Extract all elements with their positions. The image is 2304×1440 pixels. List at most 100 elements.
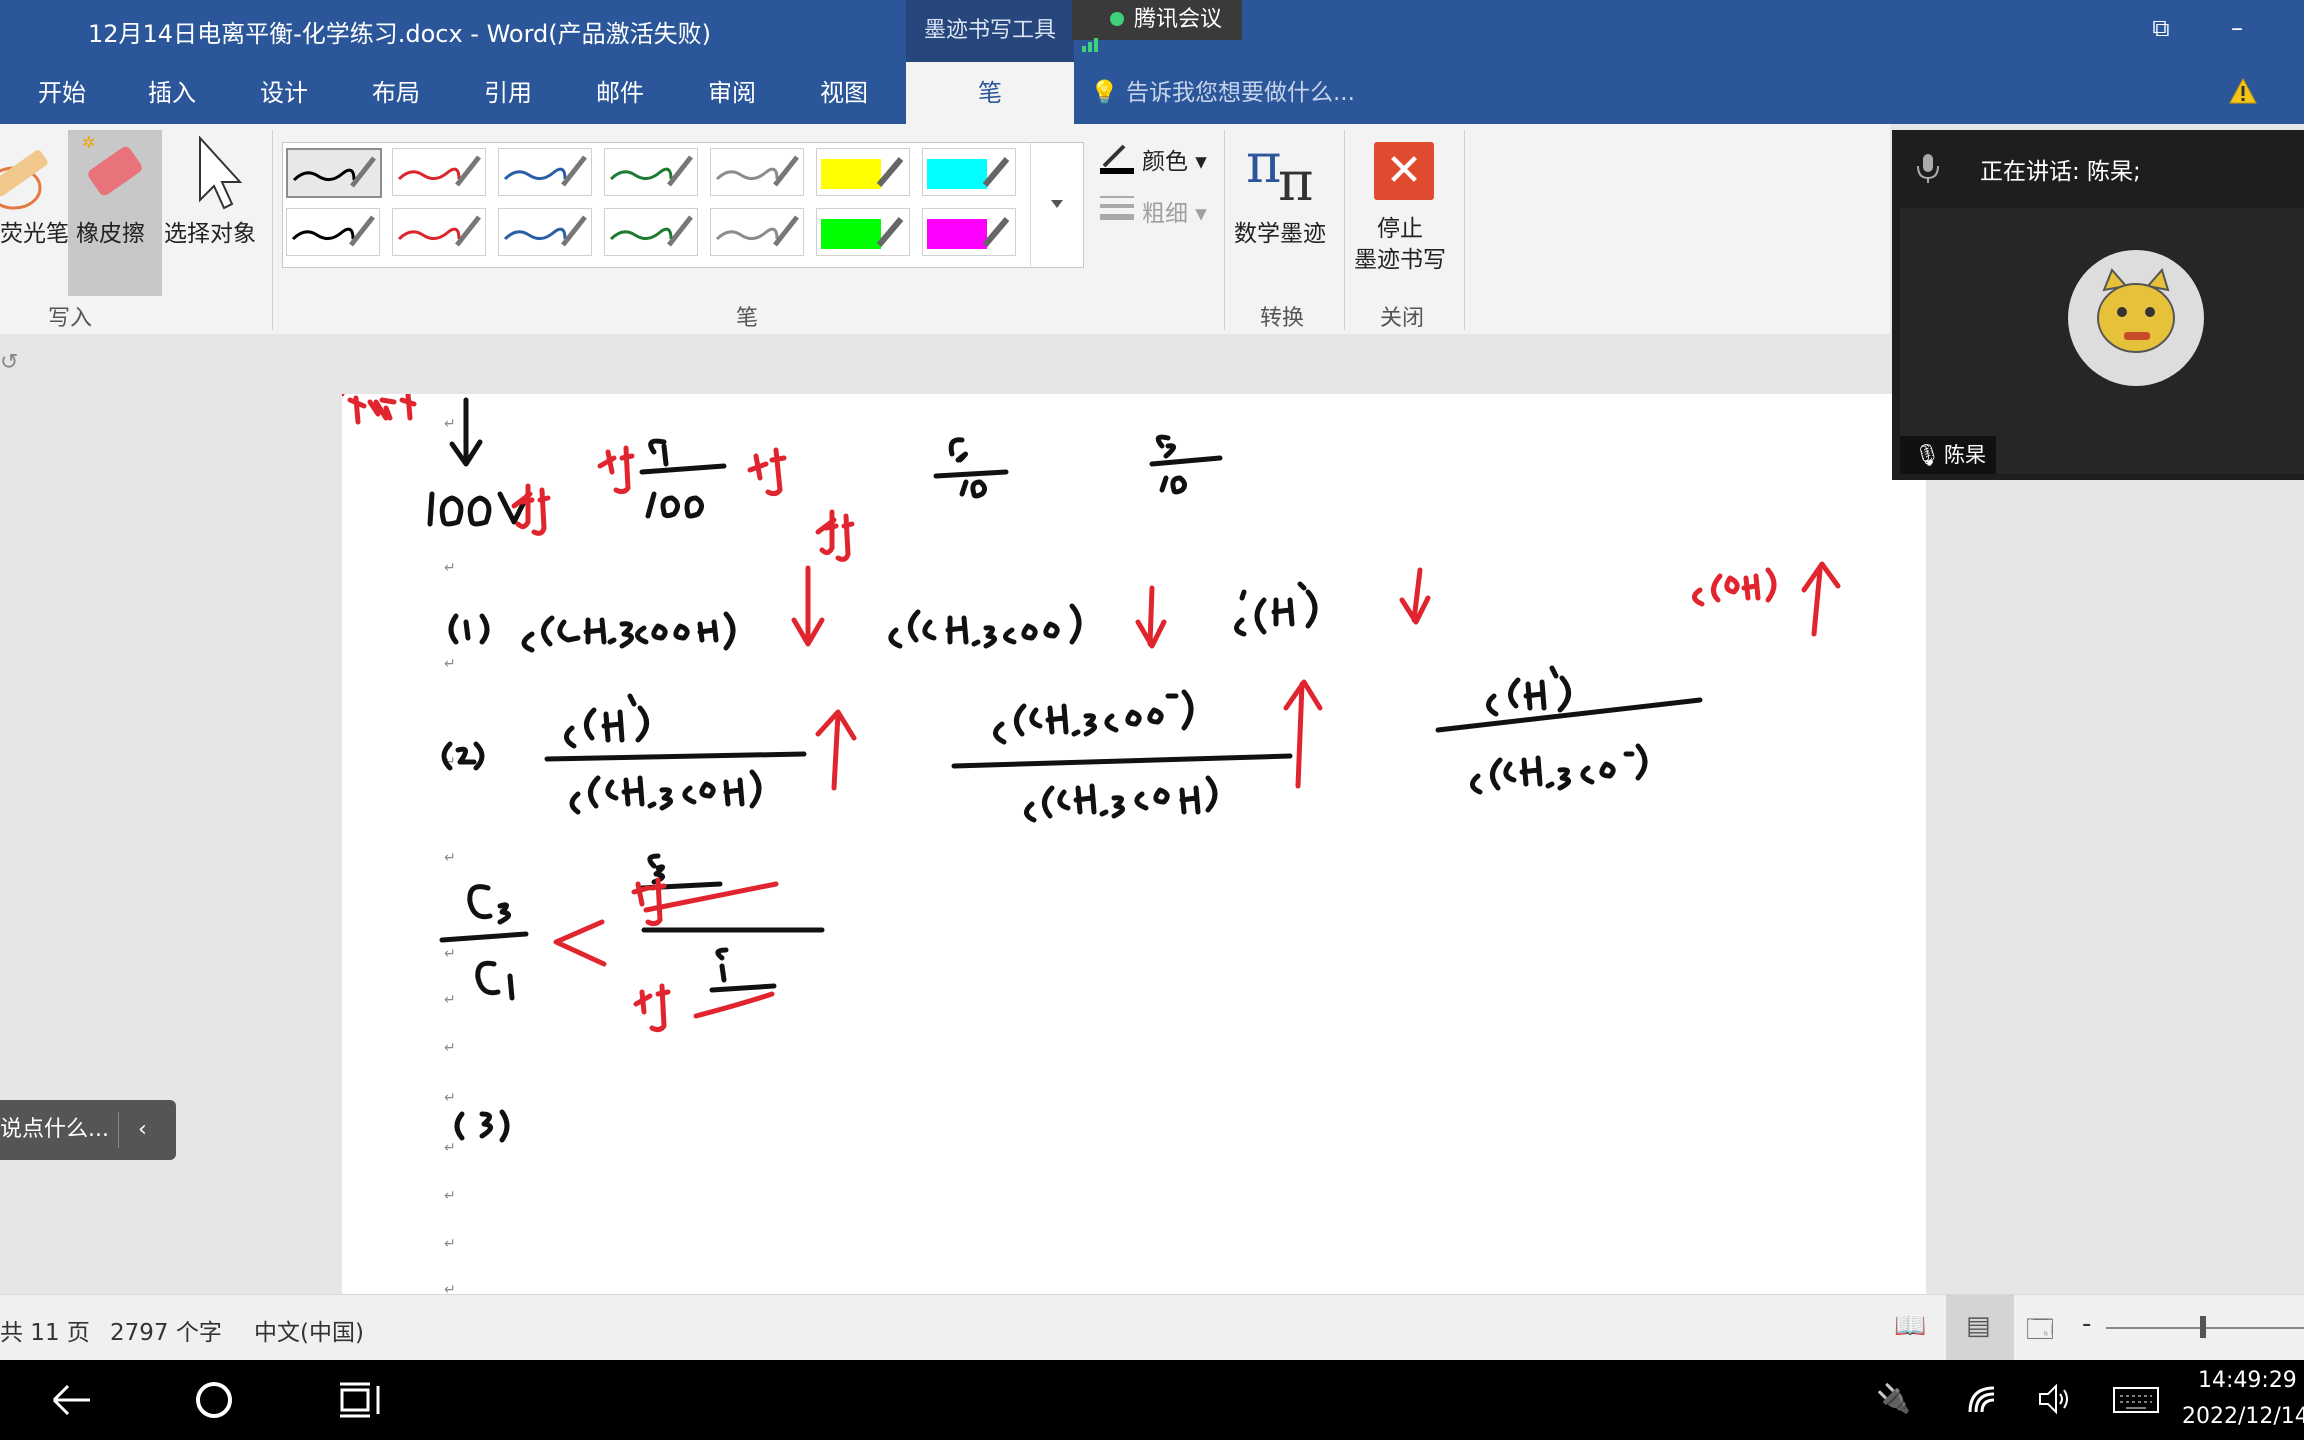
tab-insert[interactable]: 插入 xyxy=(130,62,214,124)
minimize-button[interactable]: – xyxy=(2212,8,2262,48)
thickness-label: 粗细 xyxy=(1142,201,1188,227)
handwritten-ink-layer xyxy=(342,394,1841,1143)
pen-icon xyxy=(397,155,481,187)
chevron-left-icon[interactable]: ‹ xyxy=(138,1100,147,1160)
print-layout-icon: ▤ xyxy=(1966,1311,1991,1341)
pen-swatch[interactable] xyxy=(392,148,486,196)
tab-references[interactable]: 引用 xyxy=(466,62,550,124)
pen-swatch[interactable] xyxy=(922,208,1016,256)
language[interactable]: 中文(中国) xyxy=(254,1313,364,1347)
pen-icon xyxy=(609,155,693,187)
status-bar: 共 11 页 2797 个字 中文(中国) 📖 ▤ 🗔 - xyxy=(0,1294,2304,1361)
home-icon[interactable] xyxy=(194,1380,234,1420)
window-title: 12月14日电离平衡-化学练习.docx - Word(产品激活失败) xyxy=(88,20,712,48)
tab-view[interactable]: 视图 xyxy=(802,62,886,124)
power-icon[interactable]: 🔌 xyxy=(1876,1382,1911,1415)
clock-time[interactable]: 14:49:29 xyxy=(2198,1368,2297,1393)
print-layout-button[interactable]: ▤ xyxy=(1946,1295,2014,1361)
task-view-icon[interactable] xyxy=(338,1380,382,1420)
pen-swatch[interactable] xyxy=(816,148,910,196)
pen-swatch[interactable] xyxy=(498,148,592,196)
meeting-indicator[interactable]: 腾讯会议 xyxy=(1072,0,1242,52)
ink-tools-context-tab: 墨迹书写工具 xyxy=(906,0,1074,62)
comment-placeholder: 说点什么... xyxy=(0,1117,109,1142)
thickness-icon xyxy=(1100,196,1134,220)
pen-icon xyxy=(292,156,376,188)
divider xyxy=(1224,130,1225,330)
pen-icon xyxy=(821,217,904,249)
pen-icon xyxy=(927,157,1010,189)
lightbulb-icon: 💡 xyxy=(1090,80,1119,106)
tab-layout[interactable]: 布局 xyxy=(354,62,438,124)
pen-swatch[interactable] xyxy=(710,208,804,256)
participant-name-tag: 🎙 陈杲 xyxy=(1900,436,1996,474)
wifi-icon[interactable] xyxy=(1964,1382,2000,1416)
mic-icon: 🎙 xyxy=(1914,443,1941,467)
tell-me-text: 告诉我您想要做什么... xyxy=(1125,80,1355,106)
select-objects-button[interactable]: 选择对象 xyxy=(164,214,256,248)
keyboard-icon[interactable] xyxy=(2112,1384,2160,1416)
pen-swatch[interactable] xyxy=(286,148,382,198)
gallery-more-button[interactable] xyxy=(1030,142,1083,266)
divider xyxy=(1344,130,1345,330)
read-mode-icon[interactable]: 📖 xyxy=(1894,1311,1926,1341)
divider xyxy=(1464,130,1465,330)
svg-text:✲: ✲ xyxy=(82,134,95,152)
pen-swatch[interactable] xyxy=(392,208,486,256)
page-count[interactable]: 共 11 页 xyxy=(0,1313,90,1347)
tab-home[interactable]: 开始 xyxy=(20,62,104,124)
eraser-button[interactable]: 橡皮擦 xyxy=(76,214,145,248)
comment-input[interactable]: 说点什么... ‹ xyxy=(0,1100,176,1160)
group-label-write: 写入 xyxy=(48,306,93,331)
chevron-down-icon xyxy=(1051,200,1063,208)
web-layout-icon[interactable]: 🗔 xyxy=(2026,1311,2054,1355)
stop-inking-button[interactable]: 停止 墨迹书写 xyxy=(1354,214,1446,276)
color-button[interactable]: 颜色 ▾ xyxy=(1142,142,1207,176)
tab-pen[interactable]: 笔 xyxy=(906,62,1074,124)
pen-swatch[interactable] xyxy=(286,208,380,256)
pen-swatch[interactable] xyxy=(816,208,910,256)
thickness-button: 粗细 ▾ xyxy=(1142,201,1207,227)
math-ink-icon-2: π xyxy=(1278,150,1314,213)
restore-button[interactable]: ⧉ xyxy=(2136,8,2186,48)
group-label-close: 关闭 xyxy=(1380,306,1425,331)
pen-swatch[interactable] xyxy=(922,148,1016,196)
pen-icon xyxy=(715,155,799,187)
group-label-pens: 笔 xyxy=(736,306,759,331)
color-label: 颜色 xyxy=(1142,149,1188,175)
pen-swatch[interactable] xyxy=(498,208,592,256)
divider xyxy=(118,1112,119,1148)
volume-icon[interactable] xyxy=(2036,1382,2072,1416)
cat-avatar-icon xyxy=(2097,267,2175,353)
undo-icon: ↺ xyxy=(0,350,19,375)
warning-icon[interactable] xyxy=(2228,76,2258,106)
signal-icon xyxy=(1082,12,1100,52)
highlighter-button[interactable]: 荧光笔 xyxy=(0,214,69,248)
tell-me-search[interactable]: 💡 告诉我您想要做什么... xyxy=(1090,62,1355,124)
pen-icon xyxy=(291,215,375,247)
math-ink-button[interactable]: 数学墨迹 xyxy=(1234,214,1326,248)
group-label-convert: 转换 xyxy=(1260,306,1305,331)
word-count[interactable]: 2797 个字 xyxy=(110,1313,222,1347)
mic-icon[interactable] xyxy=(1914,152,1942,184)
tab-review[interactable]: 审阅 xyxy=(690,62,774,124)
pen-icon xyxy=(609,215,693,247)
tab-mailings[interactable]: 邮件 xyxy=(578,62,662,124)
pen-color-icon xyxy=(1100,144,1134,174)
back-icon[interactable] xyxy=(50,1380,94,1420)
pen-icon xyxy=(397,215,481,247)
close-icon: ✕ xyxy=(1374,142,1434,200)
meeting-label: 腾讯会议 xyxy=(1134,7,1223,32)
clock-date[interactable]: 2022/12/14 xyxy=(2182,1404,2304,1429)
tab-design[interactable]: 设计 xyxy=(242,62,326,124)
pen-swatch[interactable] xyxy=(604,208,698,256)
pen-icon xyxy=(503,155,587,187)
speaking-indicator: 正在讲话: 陈杲; xyxy=(1980,159,2141,185)
pen-swatch[interactable] xyxy=(710,148,804,196)
zoom-out-button[interactable]: - xyxy=(2082,1309,2091,1339)
divider xyxy=(272,130,273,330)
pen-icon xyxy=(715,215,799,247)
pen-swatch[interactable] xyxy=(604,148,698,196)
pen-icon xyxy=(927,217,1010,249)
zoom-slider-thumb[interactable] xyxy=(2200,1316,2206,1338)
